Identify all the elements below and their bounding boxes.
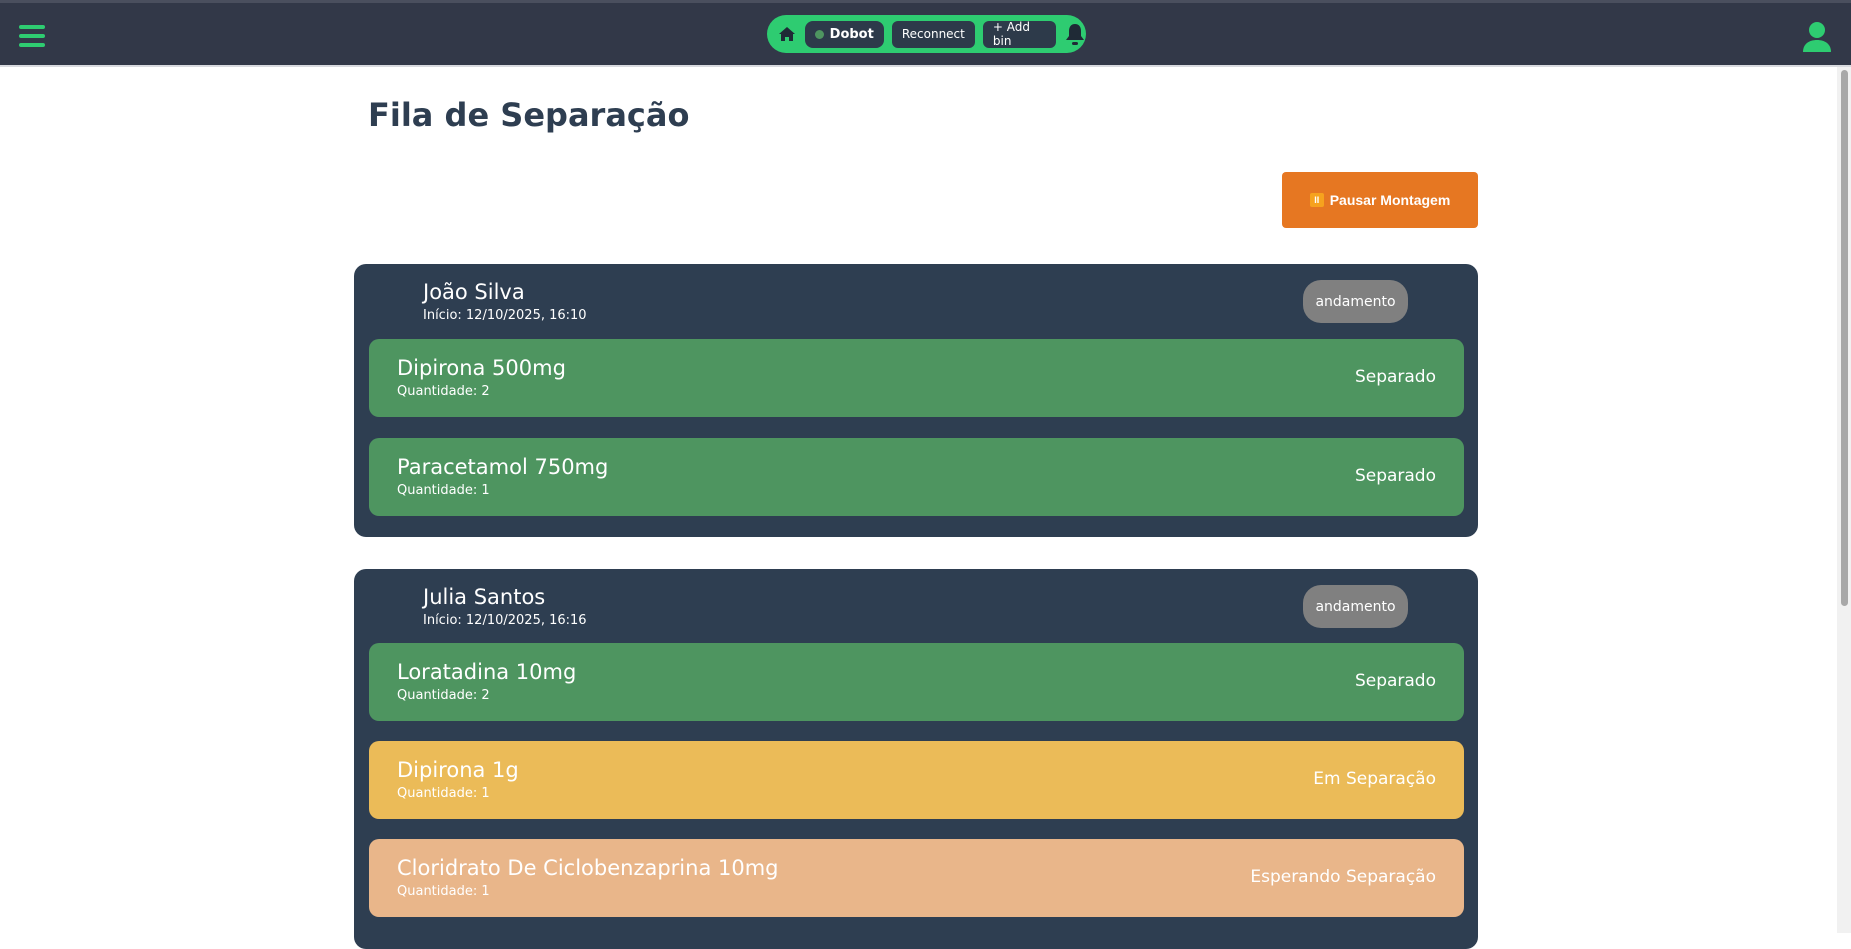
item-quantity: Quantidade: 1	[397, 884, 490, 899]
bell-icon[interactable]	[1064, 21, 1086, 47]
order-item[interactable]: Paracetamol 750mg Quantidade: 1 Separado	[369, 438, 1464, 516]
page-title: Fila de Separação	[368, 96, 690, 134]
pause-assembly-button[interactable]: II Pausar Montagem	[1282, 172, 1478, 228]
home-icon[interactable]	[777, 23, 797, 45]
scrollbar-thumb[interactable]	[1841, 70, 1848, 606]
item-quantity: Quantidade: 2	[397, 688, 490, 703]
device-control-bar: Dobot Reconnect + Add bin	[767, 15, 1086, 53]
item-status: Esperando Separação	[1250, 867, 1436, 887]
item-status: Separado	[1354, 367, 1436, 387]
item-name: Dipirona 500mg	[397, 356, 566, 380]
item-status: Separado	[1354, 671, 1436, 691]
hamburger-menu-icon[interactable]	[19, 25, 45, 47]
device-name: Dobot	[829, 26, 874, 42]
customer-name: João Silva	[423, 280, 525, 304]
item-name: Dipirona 1g	[397, 758, 519, 782]
item-name: Loratadina 10mg	[397, 660, 577, 684]
order-card: João Silva Início: 12/10/2025, 16:10 and…	[354, 264, 1478, 537]
add-bin-button[interactable]: + Add bin	[982, 20, 1056, 48]
device-status-chip[interactable]: Dobot	[804, 20, 884, 48]
order-item[interactable]: Dipirona 500mg Quantidade: 2 Separado	[369, 339, 1464, 417]
item-quantity: Quantidade: 2	[397, 384, 490, 399]
item-quantity: Quantidade: 1	[397, 483, 490, 498]
order-start-time: Início: 12/10/2025, 16:16	[423, 613, 587, 628]
order-item[interactable]: Loratadina 10mg Quantidade: 2 Separado	[369, 643, 1464, 721]
order-start-time: Início: 12/10/2025, 16:10	[423, 308, 587, 323]
user-profile-icon[interactable]	[1802, 21, 1832, 53]
item-status: Em Separação	[1313, 769, 1436, 789]
item-name: Paracetamol 750mg	[397, 455, 609, 479]
reconnect-button[interactable]: Reconnect	[891, 20, 975, 48]
connection-status-dot	[814, 29, 824, 39]
pause-label: Pausar Montagem	[1329, 192, 1451, 208]
customer-name: Julia Santos	[423, 585, 546, 609]
item-name: Cloridrato De Ciclobenzaprina 10mg	[397, 856, 779, 880]
order-status-badge: andamento	[1303, 280, 1408, 323]
order-status-badge: andamento	[1303, 585, 1408, 628]
order-card: Julia Santos Início: 12/10/2025, 16:16 a…	[354, 569, 1478, 949]
item-quantity: Quantidade: 1	[397, 786, 490, 801]
pause-icon: II	[1309, 193, 1324, 207]
top-navbar: Dobot Reconnect + Add bin	[0, 0, 1851, 67]
item-status: Separado	[1354, 466, 1436, 486]
order-item[interactable]: Cloridrato De Ciclobenzaprina 10mg Quant…	[369, 839, 1464, 917]
order-item[interactable]: Dipirona 1g Quantidade: 1 Em Separação	[369, 741, 1464, 819]
